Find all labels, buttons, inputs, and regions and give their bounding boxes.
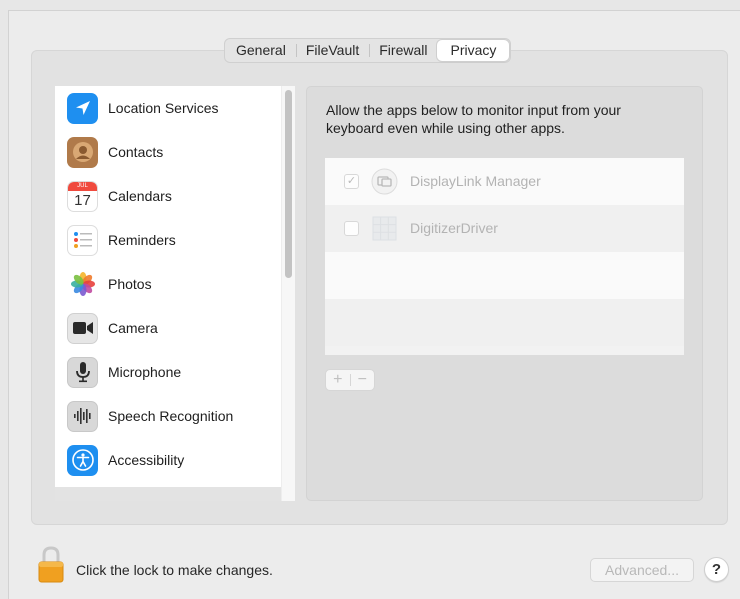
tab-bar: General FileVault Firewall Privacy bbox=[224, 38, 512, 63]
reminders-icon bbox=[67, 224, 98, 256]
microphone-icon bbox=[67, 356, 98, 388]
app-name: DisplayLink Manager bbox=[410, 173, 541, 189]
sidebar-item-label: Speech Recognition bbox=[108, 408, 234, 424]
sidebar-item-reminders[interactable]: Reminders bbox=[55, 218, 281, 262]
accessibility-icon bbox=[67, 444, 98, 476]
sidebar-item-camera[interactable]: Camera bbox=[55, 306, 281, 350]
sidebar-item-speech-recognition[interactable]: Speech Recognition bbox=[55, 394, 281, 438]
app-checkbox-digitizerdriver[interactable] bbox=[344, 221, 359, 236]
calendar-day: 17 bbox=[74, 191, 91, 209]
tab-filevault[interactable]: FileVault bbox=[295, 40, 369, 61]
add-remove-control: + − bbox=[325, 369, 375, 391]
tab-general[interactable]: General bbox=[226, 40, 296, 61]
sidebar-item-label: Accessibility bbox=[108, 452, 185, 468]
photos-icon bbox=[67, 268, 98, 300]
sidebar-item-calendars[interactable]: JUL 17 Calendars bbox=[55, 174, 281, 218]
sidebar-item-label: Calendars bbox=[108, 188, 172, 204]
sidebar-item-microphone[interactable]: Microphone bbox=[55, 350, 281, 394]
sidebar-item-accessibility[interactable]: Accessibility bbox=[55, 438, 281, 482]
calendar-icon: JUL 17 bbox=[67, 180, 98, 212]
app-checkbox-displaylink[interactable]: ✓ bbox=[344, 174, 359, 189]
digitizer-icon bbox=[371, 215, 398, 242]
lock-icon[interactable] bbox=[35, 545, 67, 585]
remove-app-button[interactable]: − bbox=[351, 370, 375, 390]
calendar-month: JUL bbox=[68, 181, 97, 191]
displaylink-icon bbox=[371, 168, 398, 195]
lock-message: Click the lock to make changes. bbox=[76, 562, 273, 578]
contacts-icon bbox=[67, 136, 98, 168]
help-button[interactable]: ? bbox=[704, 557, 729, 582]
app-row-digitizerdriver[interactable]: DigitizerDriver bbox=[325, 205, 684, 252]
location-arrow-icon bbox=[67, 92, 98, 124]
camera-icon bbox=[67, 312, 98, 344]
sidebar-item-photos[interactable]: Photos bbox=[55, 262, 281, 306]
sidebar-item-location-services[interactable]: Location Services bbox=[55, 86, 281, 130]
advanced-button[interactable]: Advanced... bbox=[590, 558, 694, 582]
speech-recognition-icon bbox=[67, 400, 98, 432]
tab-privacy[interactable]: Privacy bbox=[437, 40, 510, 61]
sidebar-item-label: Location Services bbox=[108, 100, 219, 116]
app-name: DigitizerDriver bbox=[410, 220, 498, 236]
sidebar-item-selected-partial[interactable] bbox=[55, 487, 281, 501]
tab-firewall[interactable]: Firewall bbox=[369, 40, 437, 61]
sidebar-scrollbar[interactable] bbox=[285, 90, 292, 278]
sidebar-item-contacts[interactable]: Contacts bbox=[55, 130, 281, 174]
sidebar-item-label: Microphone bbox=[108, 364, 182, 380]
empty-row bbox=[325, 252, 684, 299]
permission-description: Allow the apps below to monitor input fr… bbox=[326, 102, 621, 136]
sidebar-item-label: Camera bbox=[108, 320, 158, 336]
app-row-displaylink[interactable]: ✓ DisplayLink Manager bbox=[325, 158, 684, 205]
app-list[interactable]: ✓ DisplayLink Manager DigitizerDriver bbox=[325, 158, 684, 355]
sidebar-item-label: Photos bbox=[108, 276, 152, 292]
empty-row bbox=[325, 299, 684, 346]
add-app-button[interactable]: + bbox=[326, 370, 350, 390]
sidebar-item-label: Reminders bbox=[108, 232, 176, 248]
sidebar-item-label: Contacts bbox=[108, 144, 164, 160]
privacy-category-list[interactable]: Location Services Contacts JUL 17 Calend… bbox=[55, 86, 295, 501]
